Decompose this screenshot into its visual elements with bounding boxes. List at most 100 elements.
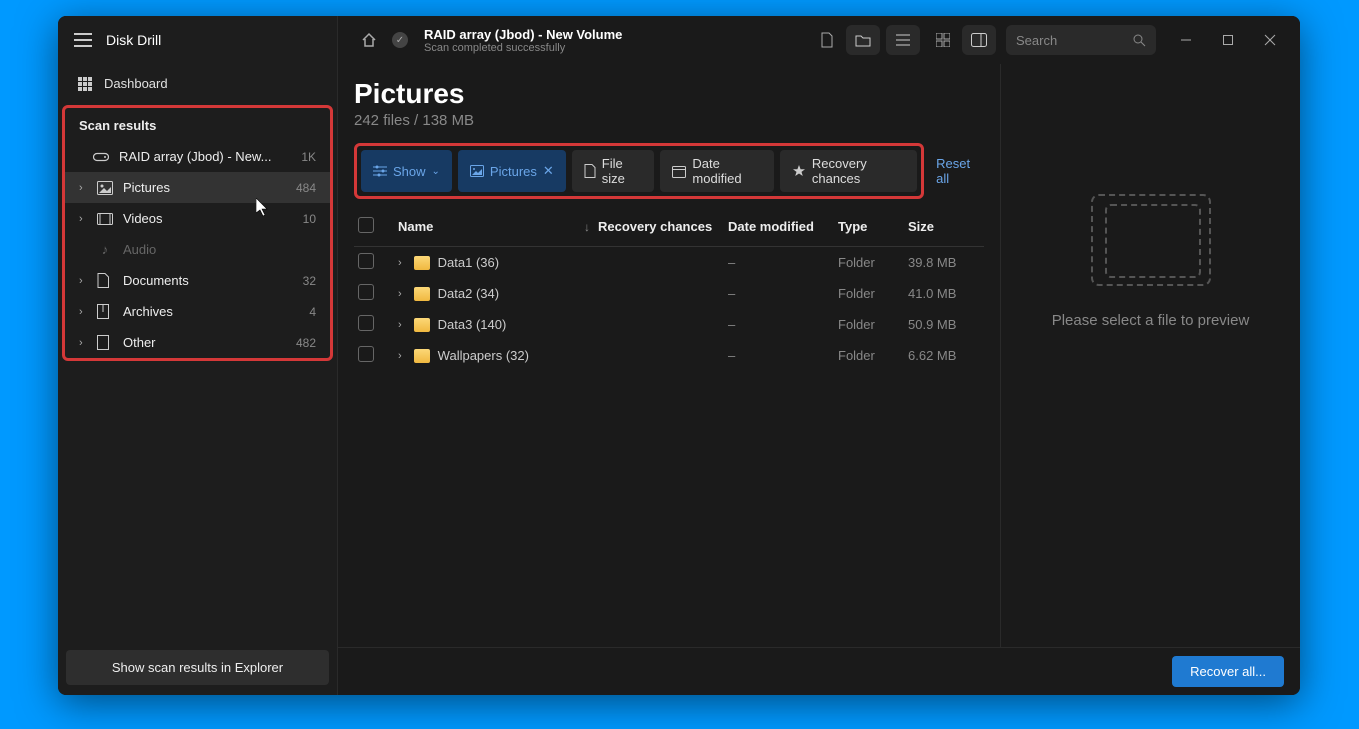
row-checkbox[interactable] xyxy=(358,315,374,331)
panel-toggle-icon[interactable] xyxy=(962,25,996,55)
filter-show[interactable]: Show ⌄ xyxy=(361,150,452,192)
preview-text: Please select a file to preview xyxy=(1052,310,1250,333)
show-in-explorer-button[interactable]: Show scan results in Explorer xyxy=(66,650,329,685)
minimize-button[interactable] xyxy=(1166,25,1206,55)
sliders-icon xyxy=(373,165,387,177)
filter-date-modified[interactable]: Date modified xyxy=(660,150,773,192)
chevron-down-icon: ⌄ xyxy=(432,166,440,177)
chevron-right-icon[interactable]: › xyxy=(398,288,402,300)
sort-down-icon: ↓ xyxy=(584,220,590,234)
row-name: Data3 (140) xyxy=(438,317,507,332)
status-check-icon: ✓ xyxy=(392,32,408,48)
menu-icon[interactable] xyxy=(74,33,92,47)
table-rows: › Data1 (36) – Folder 39.8 MB › Data2 (3… xyxy=(354,247,984,371)
chevron-right-icon[interactable]: › xyxy=(398,350,402,362)
grid-icon xyxy=(78,77,92,91)
table-header: Name ↓ Recovery chances Date modified Ty… xyxy=(354,209,984,247)
filter-pictures[interactable]: Pictures ✕ xyxy=(458,150,566,192)
table-row[interactable]: › Data1 (36) – Folder 39.8 MB xyxy=(354,247,984,278)
sidebar-item-videos[interactable]: › Videos 10 xyxy=(65,203,330,234)
row-checkbox[interactable] xyxy=(358,253,374,269)
search-placeholder: Search xyxy=(1016,33,1127,48)
music-icon: ♪ xyxy=(97,242,113,257)
home-icon[interactable] xyxy=(354,25,384,55)
page-title: Pictures xyxy=(354,78,984,110)
row-name-cell: › Data1 (36) xyxy=(394,255,594,270)
folder-view-icon[interactable] xyxy=(846,25,880,55)
file-icon xyxy=(584,164,596,178)
column-name[interactable]: Name ↓ xyxy=(394,219,594,234)
image-icon xyxy=(470,165,484,177)
row-checkbox[interactable] xyxy=(358,284,374,300)
chevron-right-icon[interactable]: › xyxy=(398,257,402,269)
table-row[interactable]: › Wallpapers (32) – Folder 6.62 MB xyxy=(354,340,984,371)
sidebar-item-documents[interactable]: › Documents 32 xyxy=(65,265,330,296)
row-type: Folder xyxy=(834,348,904,363)
table-row[interactable]: › Data2 (34) – Folder 41.0 MB xyxy=(354,278,984,309)
app-title: Disk Drill xyxy=(106,32,161,48)
column-type[interactable]: Type xyxy=(834,219,904,234)
chevron-right-icon: › xyxy=(79,182,87,194)
sidebar-item-raid[interactable]: RAID array (Jbod) - New... 1K xyxy=(65,141,330,172)
filter-file-size[interactable]: File size xyxy=(572,150,655,192)
maximize-button[interactable] xyxy=(1208,25,1248,55)
row-name: Data2 (34) xyxy=(438,286,499,301)
row-type: Folder xyxy=(834,255,904,270)
sidebar-item-archives[interactable]: › Archives 4 xyxy=(65,296,330,327)
column-date[interactable]: Date modified xyxy=(724,219,834,234)
row-type: Folder xyxy=(834,286,904,301)
file-view-icon[interactable] xyxy=(810,25,844,55)
disk-icon xyxy=(93,151,109,163)
title-block: RAID array (Jbod) - New Volume Scan comp… xyxy=(416,27,802,54)
footer: Recover all... xyxy=(338,647,1300,695)
sidebar-item-other[interactable]: › Other 482 xyxy=(65,327,330,358)
row-date: – xyxy=(724,286,834,301)
recover-all-button[interactable]: Recover all... xyxy=(1172,656,1284,687)
close-button[interactable] xyxy=(1250,25,1290,55)
app-window: Disk Drill Dashboard Scan results RAID a… xyxy=(58,16,1300,695)
row-size: 50.9 MB xyxy=(904,317,984,332)
chevron-right-icon: › xyxy=(79,337,87,349)
folder-icon xyxy=(414,287,430,301)
filter-recovery-chances[interactable]: Recovery chances xyxy=(780,150,917,192)
row-size: 6.62 MB xyxy=(904,348,984,363)
remove-filter-icon[interactable]: ✕ xyxy=(543,163,554,179)
table-row[interactable]: › Data3 (140) – Folder 50.9 MB xyxy=(354,309,984,340)
folder-icon xyxy=(414,349,430,363)
folder-icon xyxy=(414,318,430,332)
titlebar: ✓ RAID array (Jbod) - New Volume Scan co… xyxy=(338,16,1300,64)
other-icon xyxy=(97,335,113,350)
video-icon xyxy=(97,213,113,225)
row-size: 39.8 MB xyxy=(904,255,984,270)
main-area: ✓ RAID array (Jbod) - New Volume Scan co… xyxy=(338,16,1300,695)
grid-view-icon[interactable] xyxy=(926,25,960,55)
page-subtitle: 242 files / 138 MB xyxy=(354,112,984,129)
document-icon xyxy=(97,273,113,288)
row-date: – xyxy=(724,348,834,363)
row-size: 41.0 MB xyxy=(904,286,984,301)
chevron-right-icon[interactable]: › xyxy=(398,319,402,331)
select-all-checkbox[interactable] xyxy=(358,217,374,233)
sidebar-highlight: Scan results RAID array (Jbod) - New... … xyxy=(62,105,333,361)
list-view-icon[interactable] xyxy=(886,25,920,55)
scan-status: Scan completed successfully xyxy=(424,42,802,54)
raid-label: RAID array (Jbod) - New... xyxy=(119,149,291,164)
dashboard-label: Dashboard xyxy=(104,76,168,91)
column-recovery[interactable]: Recovery chances xyxy=(594,219,724,234)
filter-highlight: Show ⌄ Pictures ✕ xyxy=(354,143,924,199)
search-icon xyxy=(1133,34,1146,47)
sidebar-section-header: Scan results xyxy=(65,108,330,141)
sidebar-item-dashboard[interactable]: Dashboard xyxy=(58,64,337,103)
sidebar-item-pictures[interactable]: › Pictures 484 xyxy=(65,172,330,203)
search-input[interactable]: Search xyxy=(1006,25,1156,55)
titlebar-right: Search xyxy=(810,25,1290,55)
raid-count: 1K xyxy=(301,150,316,164)
reset-all-link[interactable]: Reset all xyxy=(936,156,984,186)
row-checkbox[interactable] xyxy=(358,346,374,362)
sidebar-item-audio[interactable]: ♪ Audio xyxy=(65,234,330,265)
chevron-right-icon: › xyxy=(79,213,87,225)
column-size[interactable]: Size xyxy=(904,219,984,234)
file-listing: Pictures 242 files / 138 MB Show ⌄ xyxy=(338,64,1000,647)
row-name: Data1 (36) xyxy=(438,255,499,270)
volume-title: RAID array (Jbod) - New Volume xyxy=(424,27,802,42)
